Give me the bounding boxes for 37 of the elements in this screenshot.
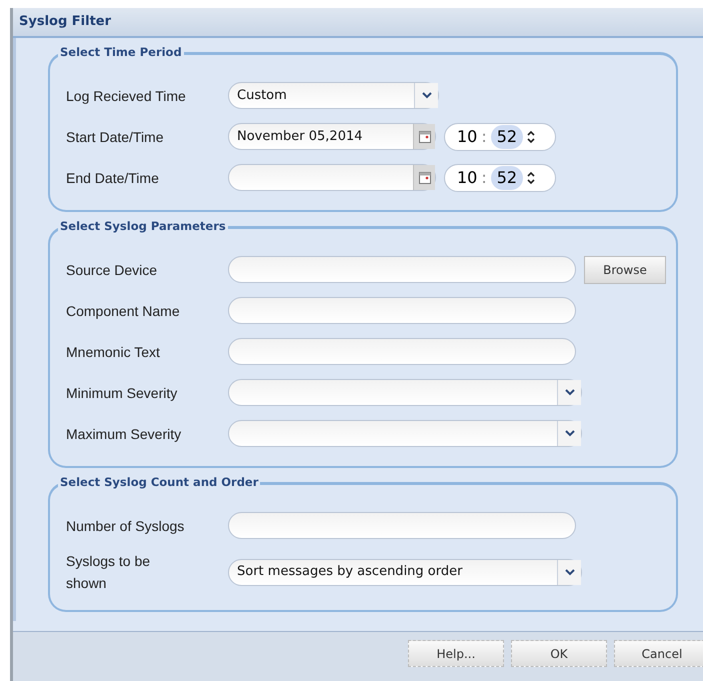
field-label: Log Recieved Time	[66, 86, 187, 106]
window-title: Syslog Filter	[19, 13, 112, 32]
field-label: Source Device	[66, 260, 158, 280]
dropdown[interactable]	[228, 379, 582, 406]
section-legend: Select Syslog Parameters	[58, 218, 228, 236]
input-field[interactable]	[228, 297, 576, 324]
field-label: Minimum Severity	[66, 384, 178, 403]
field-label: Start Date/Time	[66, 128, 165, 146]
time-spinner[interactable]: 10 : 52	[444, 122, 556, 150]
calendar-icon[interactable]	[413, 124, 435, 149]
field-label: End Date/Time	[66, 168, 160, 188]
input-field[interactable]	[228, 256, 576, 283]
dropdown[interactable]: Custom	[228, 82, 439, 109]
section-legend: Select Syslog Count and Order	[58, 474, 260, 492]
field-label: Syslogs to be shown	[66, 552, 152, 593]
input-field[interactable]	[228, 338, 576, 365]
field-label: Component Name	[66, 302, 181, 321]
dialog-button[interactable]: OK	[511, 640, 607, 667]
input-field[interactable]	[228, 512, 576, 539]
dialog-button[interactable]: Help...	[408, 640, 504, 667]
time-spinner[interactable]: 10 : 52	[444, 164, 556, 192]
chevron-down-icon	[564, 389, 574, 396]
field-label: Maximum Severity	[66, 424, 182, 444]
spinner-arrows-icon[interactable]	[527, 170, 536, 184]
field-label: Mnemonic Text	[66, 342, 161, 362]
dropdown[interactable]	[228, 420, 582, 447]
chevron-down-icon	[422, 92, 432, 99]
chevron-down-icon	[564, 568, 574, 576]
spinner-arrows-icon[interactable]	[527, 130, 536, 144]
date-field[interactable]: November 05,2014	[228, 123, 436, 150]
calendar-icon[interactable]	[413, 165, 435, 190]
dialog-button[interactable]: Cancel	[614, 640, 703, 667]
date-field[interactable]	[228, 164, 436, 191]
dropdown[interactable]: Sort messages by ascending order	[228, 558, 582, 586]
chevron-down-icon	[564, 430, 574, 437]
browse-button[interactable]: Browse	[584, 256, 666, 284]
field-label: Number of Syslogs	[66, 516, 186, 536]
